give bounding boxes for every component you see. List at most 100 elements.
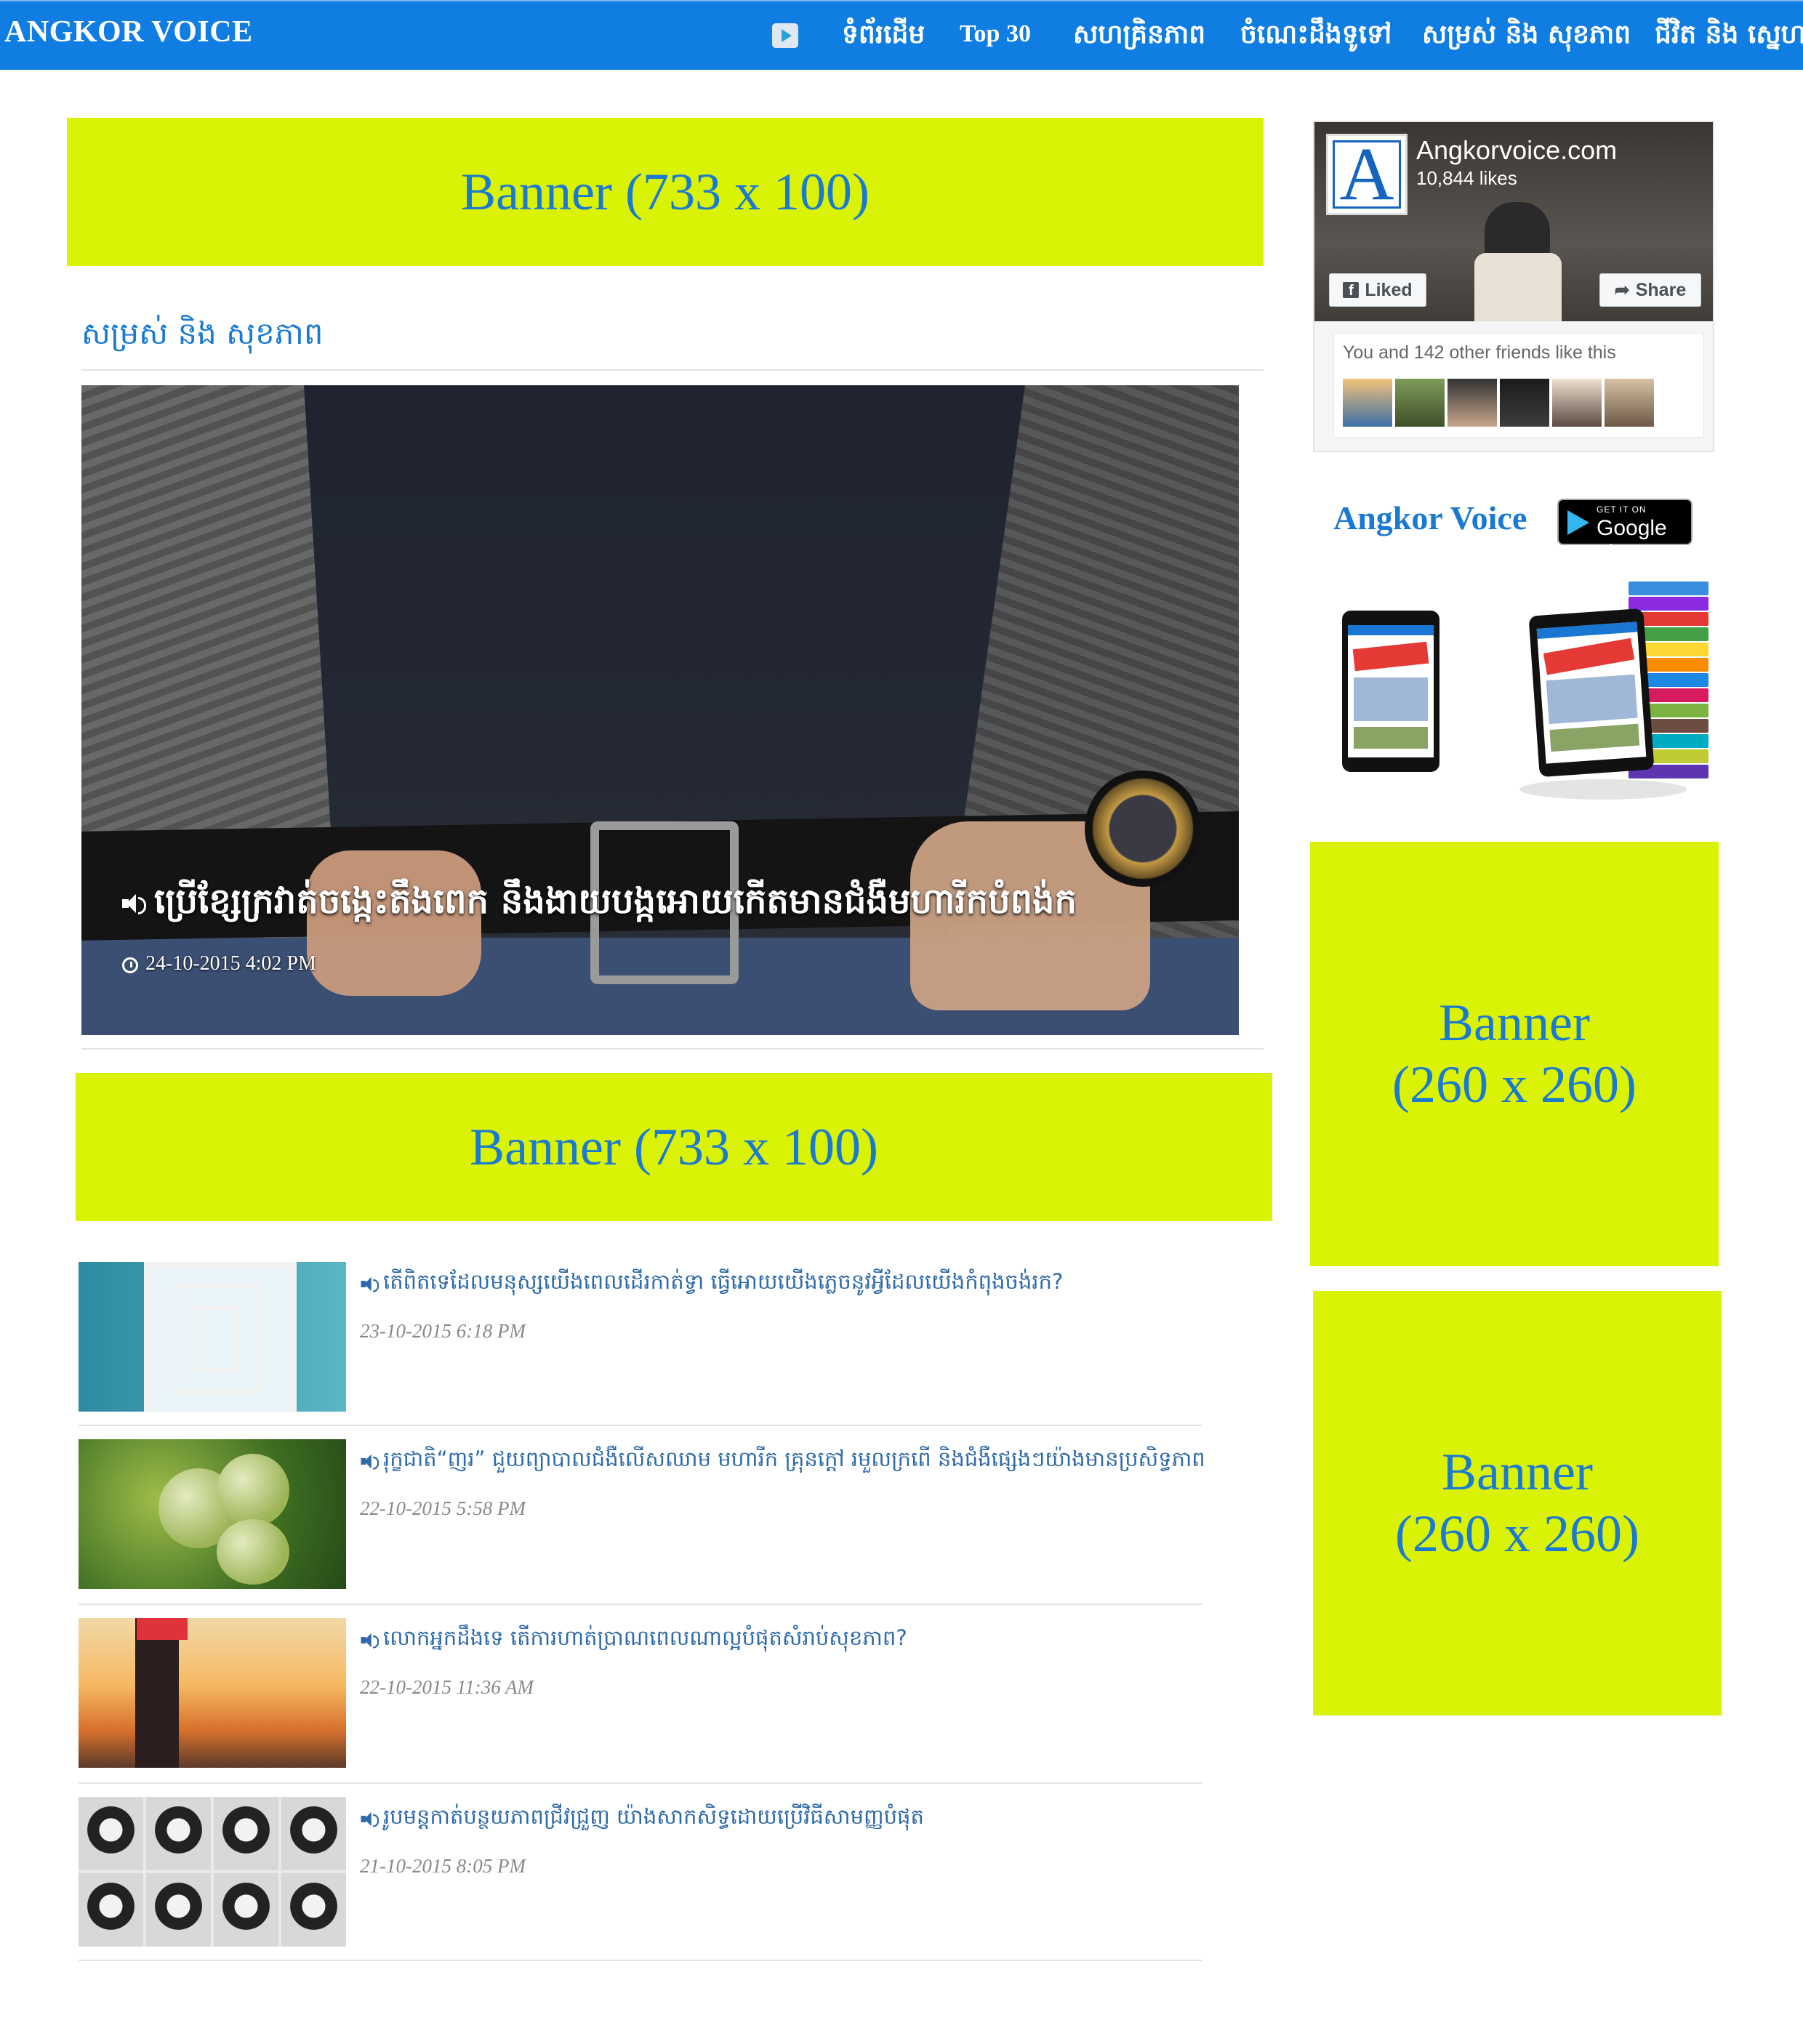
featured-date-row: 24-10-2015 4:02 PM	[122, 952, 316, 975]
article-date: 22-10-2015 11:36 AM	[360, 1676, 534, 1698]
list-item[interactable]: រូបមន្តកាត់បន្ថយភាពជ្រីវជ្រួញ យ៉ាងសាកសិទ…	[79, 1797, 1202, 1957]
face-graphic	[214, 1797, 278, 1870]
facebook-page-widget: A Angkorvoice.com 10,844 likes f Liked ➦ S…	[1313, 121, 1714, 452]
article-date: 21-10-2015 8:05 PM	[360, 1855, 526, 1877]
friends-like-text: You and 142 other friends like this	[1343, 342, 1616, 363]
featured-title-row[interactable]: ប្រើខ្សែក្រវាត់ចង្កេះតឹងពេក នឹងងាយបង្កអោ…	[122, 880, 1077, 930]
article-title[interactable]: តើពិតទេដែលមនុស្សយើងពេលដើរកាត់ទ្វា ធ្វើអោ…	[383, 1269, 1063, 1294]
banner-middle-label: Banner (733 x 100)	[470, 1117, 878, 1176]
friend-avatar[interactable]	[1447, 379, 1497, 427]
article-title[interactable]: រូបមន្តកាត់បន្ថយភាពជ្រីវជ្រួញ យ៉ាងសាកសិទ…	[383, 1804, 924, 1829]
banner-middle[interactable]: Banner (733 x 100)	[76, 1073, 1272, 1221]
list-divider	[79, 1425, 1202, 1426]
google-play-icon	[1567, 510, 1589, 535]
face-graphic	[79, 1873, 143, 1947]
share-arrow-icon: ➦	[1614, 280, 1630, 300]
face-graphic	[281, 1797, 346, 1870]
book	[1629, 597, 1708, 611]
top-navbar: ANGKOR VOICE ទំព័រដើម Top 30 សហគ្រិនភាព …	[0, 0, 1803, 70]
angkorvoice-logo-icon[interactable]: A	[1326, 134, 1408, 215]
friends-like-box: You and 142 other friends like this	[1333, 333, 1704, 438]
friend-avatar[interactable]	[1552, 379, 1602, 427]
clock-icon	[122, 957, 138, 973]
speaker-icon	[361, 1632, 380, 1649]
section-divider	[81, 369, 1264, 371]
share-button[interactable]: ➦ Share	[1599, 273, 1701, 307]
site-logo[interactable]: ANGKOR VOICE	[4, 15, 253, 49]
list-item[interactable]: លោកអ្នកដឹងទេ តើការហាត់ប្រាណពេលណាល្អបំផុត…	[79, 1618, 1202, 1778]
screen-image	[1354, 727, 1428, 749]
banner-side-1-line2: (260 x 260)	[1392, 1055, 1637, 1114]
article-thumbnail[interactable]	[79, 1439, 346, 1589]
face-graphic	[146, 1797, 211, 1870]
google-play-small-text: GET IT ON	[1597, 504, 1647, 515]
nav-top30[interactable]: Top 30	[960, 20, 1031, 48]
article-title[interactable]: រុក្ខជាតិ“ញរ” ជួយព្យាបាលជំងឺលើសឈាម មហារី…	[383, 1447, 1205, 1471]
banner-side-2[interactable]: Banner (260 x 260)	[1313, 1291, 1722, 1715]
face-graphic	[281, 1873, 346, 1947]
door-graphic	[195, 1305, 240, 1372]
nav-life-love[interactable]: ជីវិត និង ស្នេហា	[1655, 17, 1803, 56]
banner-top[interactable]: Banner (733 x 100)	[67, 118, 1264, 266]
fruit-graphic	[217, 1454, 289, 1526]
phone-screen	[1348, 625, 1434, 757]
speaker-icon	[122, 893, 146, 914]
article-title-row[interactable]: តើពិតទេដែលមនុស្សយើងពេលដើរកាត់ទ្វា ធ្វើអោ…	[358, 1269, 1063, 1300]
book	[1629, 582, 1708, 595]
screen-image	[1354, 677, 1428, 721]
speaker-icon	[361, 1453, 380, 1470]
banner-side-1[interactable]: Banner (260 x 260)	[1310, 842, 1719, 1266]
list-item[interactable]: រុក្ខជាតិ“ញរ” ជួយព្យាបាលជំងឺលើសឈាម មហារី…	[79, 1439, 1205, 1599]
hero-image-watch	[1085, 770, 1201, 887]
app-tablet-image[interactable]	[1528, 608, 1655, 778]
nav-beauty-health[interactable]: សម្រស់ និង សុខភាព	[1422, 17, 1631, 56]
featured-article[interactable]: ប្រើខ្សែក្រវាត់ចង្កេះតឹងពេក នឹងងាយបង្កអោ…	[81, 385, 1239, 1035]
facebook-icon: f	[1343, 282, 1360, 299]
app-phone-image[interactable]	[1342, 611, 1439, 772]
play-store-icon[interactable]	[772, 23, 798, 48]
friend-avatar[interactable]	[1605, 379, 1654, 427]
screen-image	[1546, 674, 1638, 725]
facebook-cover[interactable]: A Angkorvoice.com 10,844 likes f Liked ➦ S…	[1314, 122, 1713, 321]
banner-top-label: Banner (733 x 100)	[461, 162, 870, 221]
runner-shirt-graphic	[137, 1618, 188, 1640]
screen-header	[1348, 625, 1434, 635]
article-thumbnail[interactable]	[79, 1618, 346, 1768]
article-title[interactable]: លោកអ្នកដឹងទេ តើការហាត់ប្រាណពេលណាល្អបំផុត…	[383, 1625, 907, 1650]
list-item[interactable]: តើពិតទេដែលមនុស្សយើងពេលដើរកាត់ទ្វា ធ្វើអោ…	[79, 1262, 1202, 1422]
nav-entrepreneurship[interactable]: សហគ្រិនភាព	[1073, 17, 1205, 56]
face-graphic	[214, 1873, 278, 1947]
speaker-icon	[361, 1276, 380, 1292]
friend-avatar[interactable]	[1343, 379, 1392, 427]
featured-divider	[81, 1048, 1264, 1050]
nav-home[interactable]: ទំព័រដើម	[842, 17, 925, 56]
article-date: 22-10-2015 5:58 PM	[360, 1497, 526, 1519]
article-title-row[interactable]: លោកអ្នកដឹងទេ តើការហាត់ប្រាណពេលណាល្អបំផុត…	[358, 1625, 907, 1656]
article-thumbnail[interactable]	[79, 1262, 346, 1412]
liked-button[interactable]: f Liked	[1329, 273, 1426, 307]
app-promo-title[interactable]: Angkor Voice	[1333, 499, 1527, 537]
banner-side-1-line1: Banner	[1439, 994, 1590, 1053]
screen-banner	[1543, 637, 1635, 675]
list-divider	[79, 1960, 1202, 1961]
article-thumbnail[interactable]	[79, 1797, 346, 1947]
cover-chair-graphic	[1474, 253, 1562, 321]
nav-general-knowledge[interactable]: ចំណេះដឹងទូទៅ	[1240, 17, 1392, 56]
banner-side-2-line1: Banner	[1442, 1443, 1593, 1502]
google-play-badge[interactable]: GET IT ON Google play	[1557, 499, 1692, 565]
liked-label: Liked	[1365, 279, 1413, 300]
speaker-icon	[361, 1811, 380, 1827]
section-title[interactable]: សម្រស់ និង សុខភាព	[81, 314, 323, 359]
list-divider	[79, 1782, 1202, 1784]
facebook-likes-count: 10,844 likes	[1416, 167, 1517, 189]
featured-date: 24-10-2015 4:02 PM	[145, 952, 316, 975]
featured-title[interactable]: ប្រើខ្សែក្រវាត់ចង្កេះតឹងពេក នឹងងាយបង្កអោ…	[154, 881, 1077, 922]
article-title-row[interactable]: រូបមន្តកាត់បន្ថយភាពជ្រីវជ្រួញ យ៉ាងសាកសិទ…	[358, 1804, 924, 1835]
google-play-text: Google play	[1597, 516, 1667, 565]
runner-graphic	[135, 1618, 179, 1768]
friend-avatar[interactable]	[1395, 379, 1445, 427]
face-graphic	[79, 1797, 143, 1870]
facebook-page-name[interactable]: Angkorvoice.com	[1416, 135, 1617, 166]
article-title-row[interactable]: រុក្ខជាតិ“ញរ” ជួយព្យាបាលជំងឺលើសឈាម មហារី…	[358, 1447, 1205, 1477]
friend-avatar[interactable]	[1500, 379, 1549, 427]
